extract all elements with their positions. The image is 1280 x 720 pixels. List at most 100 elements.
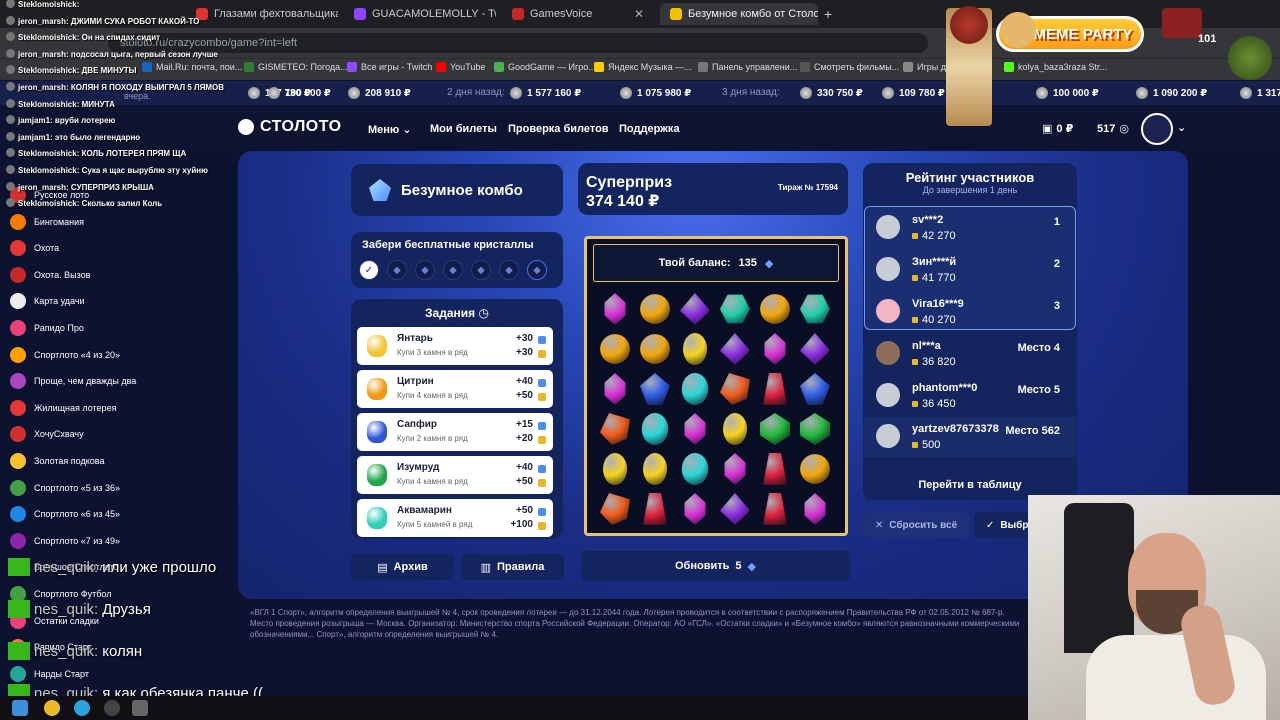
bonus-balance[interactable]: 517 ◎ (1097, 122, 1129, 136)
tab-twitch[interactable]: GUACAMOLEMOLLY - Twitch✕ (344, 3, 496, 25)
sidebar-game-item[interactable]: Нарды Старт (10, 665, 89, 682)
sidebar-game-item[interactable]: Спортлото «5 из 36» (10, 479, 120, 496)
yellow-gem-icon[interactable] (683, 333, 707, 365)
bookmark-item[interactable]: Яндекс Музыка —... (594, 62, 692, 72)
blue-gem-icon[interactable] (640, 373, 670, 405)
close-icon: ✕ (874, 519, 884, 531)
nav-my-tickets[interactable]: Мои билеты (430, 123, 497, 135)
yellow-gem-icon[interactable] (723, 413, 747, 445)
bookmark-item[interactable]: GISMETEO: Погода... (244, 62, 348, 72)
chrome-icon[interactable] (44, 700, 60, 716)
pink-gem-icon[interactable] (604, 373, 626, 405)
task-card[interactable]: Янтарь Купи 3 камня в ряд +30 +30 (357, 327, 553, 365)
sidebar-game-item[interactable]: Золотая подкова (10, 453, 104, 469)
yellow-gem-icon[interactable] (603, 453, 627, 485)
amber-gem-icon[interactable] (600, 493, 630, 525)
sidebar-game-item[interactable]: Спортлото «6 из 45» (10, 506, 120, 523)
bookmark-item[interactable]: YouTube (436, 62, 485, 72)
tab-fencing[interactable]: Глазами фехтовальщика: Суд✕ (186, 3, 338, 25)
leaderboard-row[interactable]: Зин****й 41 770 2 (876, 252, 1072, 292)
task-name: Янтарь (397, 333, 433, 344)
reset-all-button[interactable]: ✕ Сбросить всё (863, 512, 969, 538)
task-card[interactable]: Сапфир Купи 2 камня в ряд +15 +20 (357, 413, 553, 451)
cyan-gem-icon[interactable] (681, 373, 709, 405)
nav-menu[interactable]: Меню ⌄ (368, 123, 412, 136)
sidebar-game-item[interactable]: Бингомания (10, 213, 84, 230)
sidebar-game-item[interactable]: Рапидо Про (10, 320, 84, 336)
leaderboard-row[interactable]: yartzev87673378 500 Место 562 (876, 419, 1072, 459)
tab-close-icon[interactable]: ✕ (634, 7, 644, 21)
violet-gem-icon[interactable] (800, 333, 830, 365)
windows-start-icon[interactable] (12, 700, 28, 716)
sidebar-game-item[interactable]: Спортлото «7 из 49» (10, 532, 120, 549)
green-gem-icon[interactable] (760, 413, 790, 445)
pink-gem-icon[interactable] (764, 333, 786, 365)
stoloto-logo[interactable]: СТОЛОТО (238, 118, 342, 136)
rules-button[interactable]: ▥ Правила (461, 554, 564, 580)
leaderboard-row[interactable]: sv***2 42 270 1 (876, 210, 1072, 250)
sidebar-game-item[interactable]: Жилищная лотерея (10, 399, 116, 416)
url-field[interactable]: stoloto.ru/crazycombo/game?int=left (108, 33, 928, 53)
cyan-gem-icon[interactable] (681, 453, 709, 485)
blue-gem-icon[interactable] (800, 373, 830, 405)
leaderboard-row[interactable]: nl***a 36 820 Место 4 (876, 336, 1072, 376)
orange-gem-icon[interactable] (600, 334, 630, 364)
bookmark-item[interactable]: Смотреть фильмы... (800, 62, 899, 72)
user-avatar[interactable] (1141, 113, 1173, 145)
violet-gem-icon[interactable] (680, 293, 710, 325)
sidebar-game-item[interactable]: Охота (10, 240, 59, 257)
sidebar-game-item[interactable]: Карта удачи (10, 293, 85, 310)
pink-gem-icon[interactable] (804, 493, 826, 525)
bookmark-item[interactable]: GoodGame — Игро... (494, 62, 596, 72)
new-tab-button[interactable]: + (820, 3, 842, 25)
orange-gem-icon[interactable] (800, 454, 830, 484)
app-icon[interactable] (132, 700, 148, 716)
amber-gem-icon[interactable] (720, 373, 750, 405)
sidebar-game-item[interactable]: Спортлото «4 из 20» (10, 346, 120, 363)
teal-gem-icon[interactable] (720, 294, 750, 324)
tab-gamesvoice[interactable]: GamesVoice ✕ (502, 3, 654, 25)
tab-stoloto[interactable]: Безумное комбо от Столото✕ (660, 3, 818, 25)
crystal-slot-icon[interactable]: ◆ (527, 260, 547, 280)
sidebar-game-item[interactable]: Проще, чем дважды два (10, 373, 136, 390)
task-card[interactable]: Изумруд Купи 4 камня в ряд +40 +50 (357, 456, 553, 494)
leaderboard-row[interactable]: Vira16***9 40 270 3 (876, 294, 1072, 334)
refresh-button[interactable]: Обновить 5 ◆ (581, 551, 850, 581)
pink-gem-icon[interactable] (684, 493, 706, 525)
green-gem-icon[interactable] (800, 413, 830, 445)
violet-gem-icon[interactable] (720, 333, 750, 365)
orange-gem-icon[interactable] (760, 294, 790, 324)
red-gem-icon[interactable] (763, 373, 787, 405)
nav-check-tickets[interactable]: Проверка билетов (508, 123, 609, 135)
yellow-gem-icon[interactable] (643, 453, 667, 485)
orange-gem-icon[interactable] (640, 334, 670, 364)
orange-gem-icon[interactable] (640, 294, 670, 324)
wallet-balance[interactable]: ▣ 0 ₽ (1042, 122, 1073, 135)
red-gem-icon[interactable] (643, 493, 667, 525)
sidebar-game-item[interactable]: Охота. Вызов (10, 266, 90, 283)
task-card[interactable]: Цитрин Купи 4 камня в ряд +40 +50 (357, 370, 553, 408)
chevron-down-icon[interactable]: ⌄ (1177, 121, 1186, 134)
pink-gem-icon[interactable] (684, 413, 706, 445)
nav-support[interactable]: Поддержка (619, 123, 680, 135)
amber-gem-icon[interactable] (600, 413, 630, 445)
violet-gem-icon[interactable] (720, 493, 750, 525)
choose-button[interactable]: ✓ Выбр (974, 512, 1034, 538)
red-gem-icon[interactable] (763, 453, 787, 485)
sidebar-game-item[interactable]: ХочуСхвачу (10, 426, 84, 443)
red-gem-icon[interactable] (763, 493, 787, 525)
teal-gem-icon[interactable] (800, 294, 830, 324)
telegram-icon[interactable] (74, 700, 90, 716)
bookmark-item[interactable]: Панель управлени... (698, 62, 797, 72)
bookmark-item[interactable]: Все игры - Twitch (347, 62, 432, 72)
obs-icon[interactable] (104, 700, 120, 716)
task-card[interactable]: Аквамарин Купи 5 камней в ряд +50 +100 (357, 499, 553, 537)
pink-gem-icon[interactable] (724, 453, 746, 485)
leaderboard-row[interactable]: phantom***0 36 450 Место 5 (876, 378, 1072, 418)
archive-button[interactable]: ▤ Архив (351, 554, 454, 580)
refresh-label: Обновить (675, 560, 730, 572)
cyan-gem-icon[interactable] (641, 413, 669, 445)
pink-gem-icon[interactable] (604, 293, 626, 325)
bookmark-item[interactable]: Mail.Ru: почта, пои... (142, 62, 242, 72)
bookmark-item[interactable]: kolya_baza3raza Str... (1004, 62, 1107, 72)
